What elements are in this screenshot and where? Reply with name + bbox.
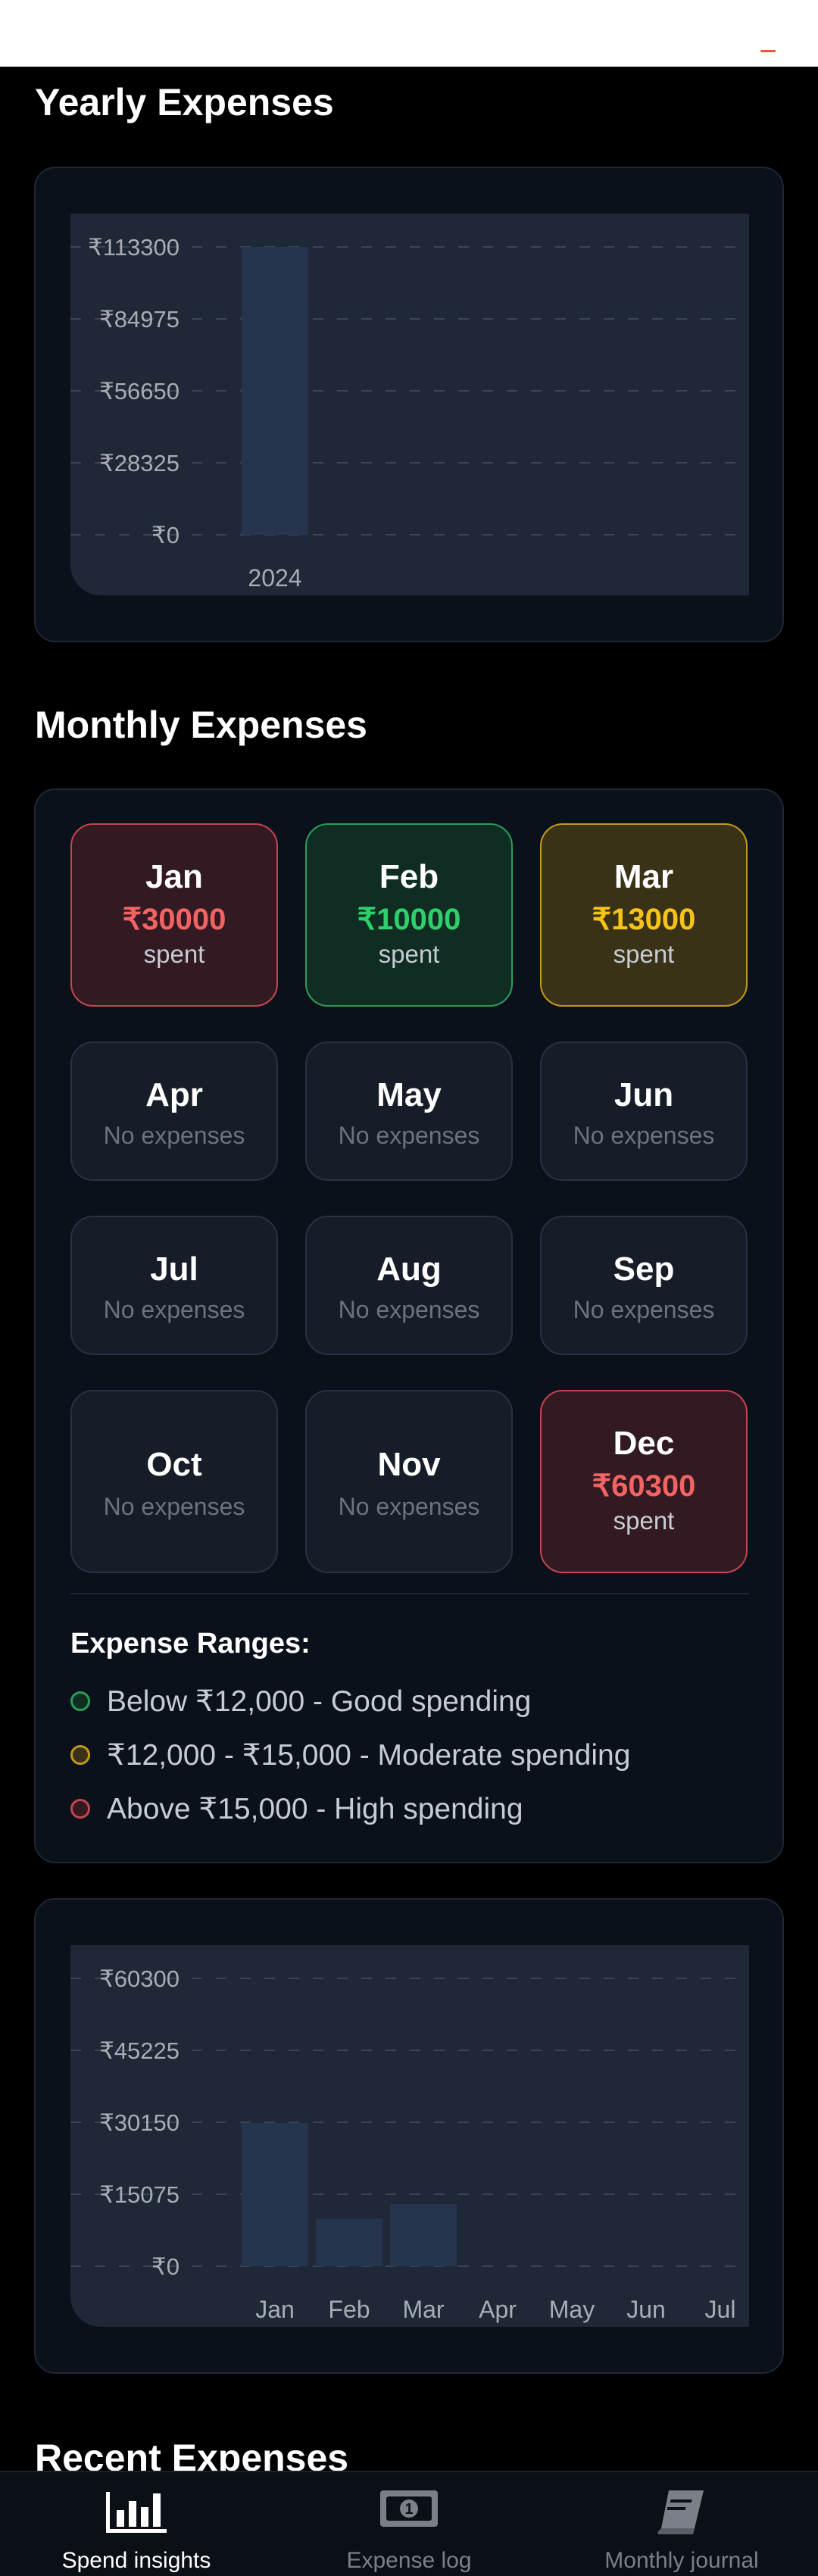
yearly-chart: ₹113300 ₹84975 ₹56650 ₹28325 ₹0 2024: [70, 214, 749, 595]
legend-title: Expense Ranges:: [70, 1628, 311, 1660]
month-empty: No expenses: [103, 1296, 245, 1323]
bottom-nav: Spend insights 1 Expense log Monthly jou…: [0, 2471, 818, 2576]
monthly-title: Monthly Expenses: [35, 704, 367, 746]
y-tick-label: ₹84975: [99, 306, 180, 333]
legend-text: ₹12,000 - ₹15,000 - Moderate spending: [107, 1738, 631, 1772]
divider: [70, 1593, 749, 1594]
month-card-oct[interactable]: Oct No expenses: [70, 1390, 278, 1573]
monthly-chart: ₹60300 ₹45225 ₹30150 ₹15075 ₹0 Jan Feb Mar Apr Ma…: [70, 1945, 749, 2327]
nav-label: Monthly journal: [604, 2548, 759, 2573]
month-card-may[interactable]: May No expenses: [305, 1041, 513, 1181]
month-status: spent: [613, 940, 675, 968]
x-tick-label: Jan: [255, 2296, 295, 2323]
month-name: Nov: [377, 1446, 441, 1483]
nav-monthly-journal[interactable]: Monthly journal: [576, 2472, 788, 2576]
month-card-mar[interactable]: Mar ₹13000 spent: [540, 823, 748, 1007]
month-name: Jul: [150, 1251, 198, 1288]
month-name: Oct: [146, 1446, 202, 1483]
x-tick-label: Mar: [402, 2296, 444, 2323]
y-tick-label: ₹28325: [99, 450, 180, 476]
yearly-card: ₹113300 ₹84975 ₹56650 ₹28325 ₹0 2024: [34, 167, 784, 642]
banknote-icon: 1: [379, 2487, 439, 2534]
legend-item-high: Above ₹15,000 - High spending: [70, 1790, 523, 1828]
red-dot-icon: [70, 1799, 90, 1819]
nav-expense-log[interactable]: 1 Expense log: [303, 2472, 515, 2576]
month-empty: No expenses: [338, 1493, 480, 1520]
bar-mar: [390, 2204, 457, 2266]
monthly-chart-card: ₹60300 ₹45225 ₹30150 ₹15075 ₹0 Jan Feb Mar Apr Ma…: [34, 1898, 784, 2374]
x-tick-label: Feb: [328, 2296, 370, 2323]
month-empty: No expenses: [338, 1296, 480, 1323]
y-tick-label: ₹0: [151, 522, 180, 548]
y-tick-label: ₹56650: [99, 378, 180, 404]
month-name: Sep: [613, 1251, 675, 1288]
month-card-aug[interactable]: Aug No expenses: [305, 1216, 513, 1355]
month-name: Aug: [376, 1251, 442, 1288]
month-card-sep[interactable]: Sep No expenses: [540, 1216, 748, 1355]
monthly-card: Jan ₹30000 spent Feb ₹10000 spent Mar ₹1…: [34, 788, 784, 1863]
x-tick-label: Jul: [705, 2296, 736, 2323]
y-tick-label: ₹113300: [88, 234, 180, 261]
bar-chart-icon: [105, 2487, 168, 2538]
nav-label: Spend insights: [61, 2548, 211, 2573]
legend-text: Above ₹15,000 - High spending: [107, 1792, 523, 1825]
y-tick-label: ₹60300: [99, 1966, 180, 1992]
month-name: May: [376, 1076, 442, 1113]
month-empty: No expenses: [573, 1296, 715, 1323]
month-card-jan[interactable]: Jan ₹30000 spent: [70, 823, 278, 1007]
book-icon: [655, 2487, 708, 2540]
nav-spend-insights[interactable]: Spend insights: [30, 2472, 242, 2576]
month-status: spent: [378, 940, 440, 968]
y-tick-label: ₹30150: [99, 2109, 180, 2136]
month-card-jun[interactable]: Jun No expenses: [540, 1041, 748, 1181]
month-amount: ₹13000: [592, 903, 696, 936]
x-tick-label: Apr: [479, 2296, 517, 2323]
legend-text: Below ₹12,000 - Good spending: [107, 1685, 532, 1718]
bar-jan: [242, 2122, 308, 2266]
yearly-title: Yearly Expenses: [35, 81, 334, 123]
nav-label: Expense log: [346, 2548, 472, 2573]
month-empty: No expenses: [338, 1122, 480, 1149]
x-tick-label: Jun: [626, 2296, 666, 2323]
month-amount: ₹60300: [592, 1469, 696, 1503]
month-name: Feb: [379, 858, 439, 895]
menu-indicator[interactable]: [760, 50, 776, 52]
yearly-chart-svg: ₹113300 ₹84975 ₹56650 ₹28325 ₹0 2024: [70, 234, 749, 592]
yellow-dot-icon: [70, 1745, 90, 1765]
y-tick-label: ₹15075: [99, 2181, 180, 2208]
legend-item-moderate: ₹12,000 - ₹15,000 - Moderate spending: [70, 1736, 630, 1774]
month-card-apr[interactable]: Apr No expenses: [70, 1041, 278, 1181]
month-status: spent: [143, 940, 205, 968]
y-tick-label: ₹0: [151, 2253, 180, 2280]
month-name: Mar: [614, 858, 674, 895]
month-name: Apr: [145, 1076, 203, 1113]
x-tick-label: 2024: [248, 564, 301, 592]
bar-2024: [242, 247, 308, 535]
month-status: spent: [613, 1507, 675, 1535]
svg-text:1: 1: [404, 2501, 413, 2518]
green-dot-icon: [70, 1691, 90, 1711]
y-tick-label: ₹45225: [99, 2037, 180, 2064]
month-name: Jun: [614, 1076, 674, 1113]
month-name: Dec: [613, 1425, 675, 1462]
bar-feb: [316, 2218, 382, 2266]
month-card-feb[interactable]: Feb ₹10000 spent: [305, 823, 513, 1007]
month-card-dec[interactable]: Dec ₹60300 spent: [540, 1390, 748, 1573]
month-amount: ₹10000: [357, 903, 461, 936]
month-empty: No expenses: [103, 1122, 245, 1149]
legend-item-good: Below ₹12,000 - Good spending: [70, 1682, 531, 1720]
month-empty: No expenses: [103, 1493, 245, 1520]
month-empty: No expenses: [573, 1122, 715, 1149]
month-card-jul[interactable]: Jul No expenses: [70, 1216, 278, 1355]
month-amount: ₹30000: [122, 903, 226, 936]
app-header: [0, 0, 818, 67]
monthly-chart-svg: ₹60300 ₹45225 ₹30150 ₹15075 ₹0 Jan Feb Mar Apr Ma…: [70, 1966, 749, 2323]
month-card-nov[interactable]: Nov No expenses: [305, 1390, 513, 1573]
x-tick-label: May: [549, 2296, 595, 2323]
month-name: Jan: [145, 858, 203, 895]
